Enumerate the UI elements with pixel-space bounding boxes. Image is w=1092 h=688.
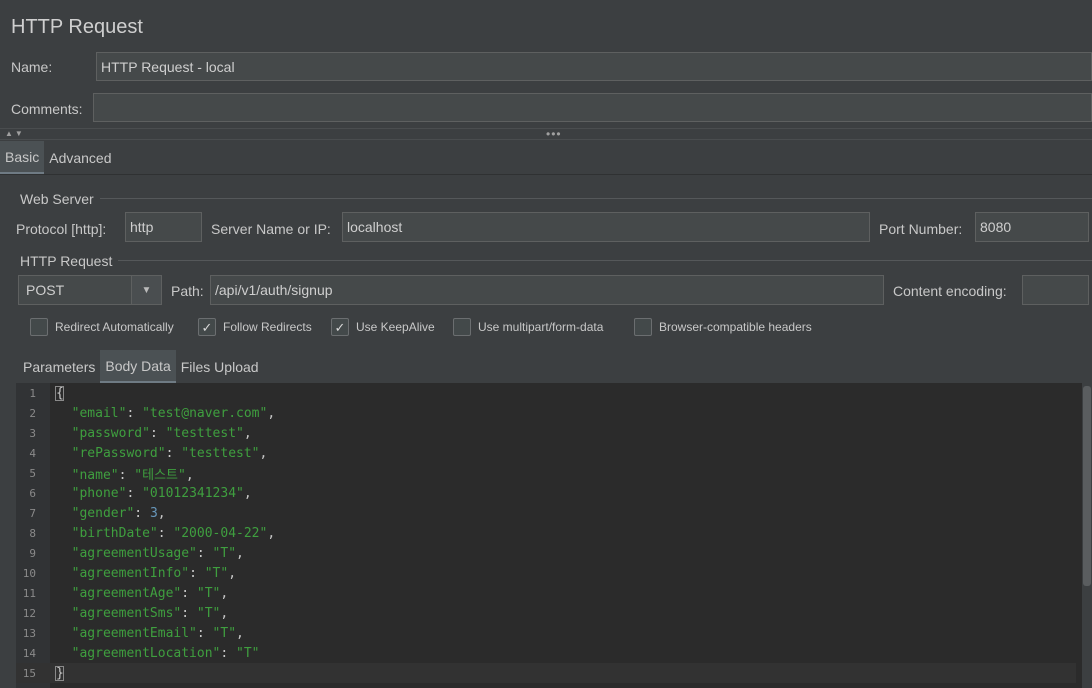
content-encoding-label: Content encoding: xyxy=(893,283,1007,299)
content-encoding-field[interactable] xyxy=(1022,275,1089,305)
scrollbar-thumb[interactable] xyxy=(1083,386,1091,586)
code-line[interactable]: 14 "agreementLocation": "T" xyxy=(16,643,1076,663)
collapse-arrows-icon[interactable]: ▲▼ xyxy=(5,129,25,138)
code-text: "gender": 3, xyxy=(71,505,166,521)
code-line[interactable]: 3 "password": "testtest", xyxy=(16,423,1076,443)
follow-redirects-checkbox[interactable]: ✓ Follow Redirects xyxy=(198,318,312,336)
code-line[interactable]: 13 "agreementEmail": "T", xyxy=(16,623,1076,643)
code-text: "email": "test@naver.com", xyxy=(71,405,276,421)
body-data-editor[interactable]: 1{2 "email": "test@naver.com", 3 "passwor… xyxy=(16,383,1092,688)
tabs-divider xyxy=(0,174,1092,175)
code-text: "password": "testtest", xyxy=(71,425,252,441)
code-line[interactable]: 11 "agreementAge": "T", xyxy=(16,583,1076,603)
line-number: 12 xyxy=(22,606,36,620)
line-number: 13 xyxy=(22,626,36,640)
tab-body-data[interactable]: Body Data xyxy=(100,350,176,384)
code-line[interactable]: 6 "phone": "01012341234", xyxy=(16,483,1076,503)
code-text: "agreementEmail": "T", xyxy=(71,625,244,641)
method-value: POST xyxy=(26,282,65,298)
code-text: "agreementSms": "T", xyxy=(71,605,229,621)
line-number: 11 xyxy=(22,586,36,600)
line-number: 5 xyxy=(29,466,36,480)
code-line[interactable]: 8 "birthDate": "2000-04-22", xyxy=(16,523,1076,543)
port-field[interactable]: 8080 xyxy=(975,212,1089,242)
server-label: Server Name or IP: xyxy=(211,221,331,237)
code-line[interactable]: 7 "gender": 3, xyxy=(16,503,1076,523)
page-title: HTTP Request xyxy=(11,16,143,38)
checkbox-label: Use KeepAlive xyxy=(356,320,435,334)
main-tabs: Basic Advanced xyxy=(0,141,117,175)
redirect-automatically-checkbox[interactable]: Redirect Automatically xyxy=(30,318,174,336)
code-line[interactable]: 5 "name": "테스트", xyxy=(16,463,1076,483)
code-line[interactable]: 9 "agreementUsage": "T", xyxy=(16,543,1076,563)
code-text: "agreementUsage": "T", xyxy=(71,545,244,561)
code-text: } xyxy=(55,665,64,681)
protocol-label: Protocol [http]: xyxy=(16,221,107,237)
tab-basic[interactable]: Basic xyxy=(0,141,45,175)
path-label: Path: xyxy=(171,283,204,299)
checkmark-icon[interactable]: ✓ xyxy=(331,318,349,336)
checkbox-label: Redirect Automatically xyxy=(55,320,174,334)
line-number: 6 xyxy=(29,486,36,500)
code-text: "rePassword": "testtest", xyxy=(71,445,268,461)
method-select[interactable]: POST ▼ xyxy=(18,275,162,305)
checkbox-box[interactable] xyxy=(30,318,48,336)
server-field[interactable]: localhost xyxy=(342,212,870,242)
line-number: 3 xyxy=(29,426,36,440)
code-line[interactable]: 2 "email": "test@naver.com", xyxy=(16,403,1076,423)
browser-compatible-headers-checkbox[interactable]: Browser-compatible headers xyxy=(634,318,812,336)
http-request-group-label: HTTP Request xyxy=(20,253,113,269)
name-field[interactable]: HTTP Request - local xyxy=(96,52,1092,81)
code-line[interactable]: 4 "rePassword": "testtest", xyxy=(16,443,1076,463)
code-text: "name": "테스트", xyxy=(71,467,194,483)
line-number: 4 xyxy=(29,446,36,460)
drag-grip-icon[interactable]: ••• xyxy=(546,127,562,141)
protocol-field[interactable]: http xyxy=(125,212,202,242)
checkbox-label: Follow Redirects xyxy=(223,320,312,334)
body-tabs: Parameters Body Data Files Upload xyxy=(18,350,264,384)
chevron-down-icon[interactable]: ▼ xyxy=(131,276,161,304)
web-server-group-label: Web Server xyxy=(20,191,94,207)
use-keepalive-checkbox[interactable]: ✓ Use KeepAlive xyxy=(331,318,435,336)
line-number: 14 xyxy=(22,646,36,660)
code-text: "agreementLocation": "T" xyxy=(71,645,260,661)
checkbox-box[interactable] xyxy=(453,318,471,336)
code-text: "phone": "01012341234", xyxy=(71,485,252,501)
path-field[interactable]: /api/v1/auth/signup xyxy=(210,275,884,305)
use-multipart-checkbox[interactable]: Use multipart/form-data xyxy=(453,318,603,336)
name-label: Name: xyxy=(11,59,53,75)
checkbox-box[interactable] xyxy=(634,318,652,336)
comments-label: Comments: xyxy=(11,101,83,117)
comments-field[interactable] xyxy=(93,93,1092,122)
port-label: Port Number: xyxy=(879,221,963,237)
line-number: 8 xyxy=(29,526,36,540)
tab-parameters[interactable]: Parameters xyxy=(18,350,100,384)
web-server-group-line xyxy=(100,198,1092,199)
checkmark-icon[interactable]: ✓ xyxy=(198,318,216,336)
checkbox-label: Use multipart/form-data xyxy=(478,320,604,334)
line-number: 15 xyxy=(22,666,36,680)
code-text: "agreementAge": "T", xyxy=(71,585,229,601)
http-request-group-line xyxy=(118,260,1092,261)
code-line[interactable]: 1{ xyxy=(16,383,1076,403)
code-line[interactable]: 15} xyxy=(16,663,1076,683)
line-number: 7 xyxy=(29,506,36,520)
code-text: { xyxy=(55,385,64,401)
code-line[interactable]: 12 "agreementSms": "T", xyxy=(16,603,1076,623)
line-number: 10 xyxy=(22,566,36,580)
code-text: "agreementInfo": "T", xyxy=(71,565,237,581)
line-number: 2 xyxy=(29,406,36,420)
tab-files-upload[interactable]: Files Upload xyxy=(176,350,264,384)
code-line[interactable]: 10 "agreementInfo": "T", xyxy=(16,563,1076,583)
code-text: "birthDate": "2000-04-22", xyxy=(71,525,276,541)
line-number: 9 xyxy=(29,546,36,560)
line-number: 1 xyxy=(29,386,36,400)
tab-advanced[interactable]: Advanced xyxy=(44,141,116,175)
checkbox-label: Browser-compatible headers xyxy=(659,320,812,334)
